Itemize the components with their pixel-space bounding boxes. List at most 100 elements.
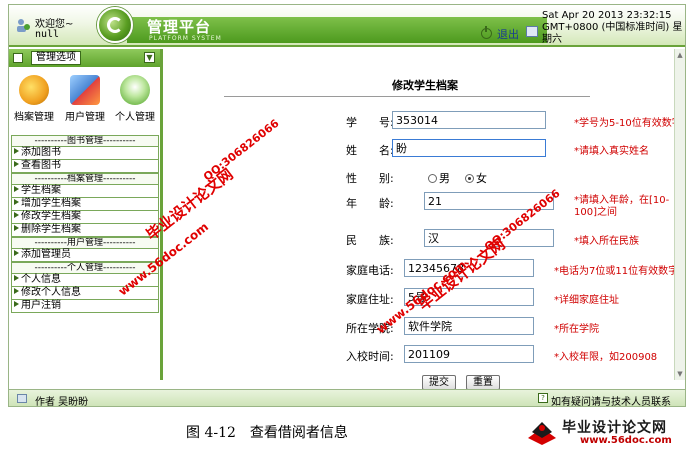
module-label: 用户管理 (65, 112, 105, 123)
menu-group-heading: ----------图书管理---------- (11, 135, 159, 147)
page-title: 修改学生档案 (392, 79, 458, 92)
sidebar-item-label: 添加管理员 (21, 249, 71, 260)
app-window: 欢迎您~ null 管理平台 PLATFORM SYSTEM 退出 Sat Ap… (8, 4, 686, 407)
arrow-icon (14, 250, 19, 256)
arrow-icon (14, 225, 19, 231)
menu-group-heading: ----------用户管理---------- (11, 237, 159, 249)
ethnicity-label: 民 族: (346, 234, 394, 247)
sidebar: 管理选项 ▼ 档案管理 用户管理 个人管理 ----------图书管理----… (9, 49, 163, 380)
reset-button[interactable]: 重置 (466, 375, 500, 390)
gender-female-label: 女 (476, 172, 487, 185)
help-text: 如有疑问请与技术人员联系 (551, 397, 671, 407)
module-user-admin[interactable]: 用户管理 (62, 75, 108, 123)
college-input[interactable] (404, 317, 534, 335)
sidebar-item-label: 修改学生档案 (21, 211, 81, 222)
row-student-id: 学 号: *学号为5-10位有效数字 (166, 111, 682, 131)
author-icon (17, 394, 27, 403)
arrow-icon (14, 288, 19, 294)
brand-title: 管理平台 (147, 18, 212, 36)
phone-label: 家庭电话: (346, 264, 394, 277)
scroll-up-icon[interactable]: ▲ (676, 51, 684, 59)
welcome-text: 欢迎您~ (35, 19, 74, 30)
user-block: 欢迎您~ null (13, 11, 91, 41)
sidebar-item-add-admin[interactable]: 添加管理员 (11, 249, 159, 262)
student-id-input[interactable] (392, 111, 546, 129)
submit-button[interactable]: 提交 (422, 375, 456, 390)
logout-label: 退出 (497, 28, 519, 41)
site-logo-icon (528, 422, 556, 445)
arrow-icon (14, 301, 19, 307)
gender-male-radio[interactable] (428, 174, 437, 183)
college-hint: *所在学院 (554, 324, 599, 335)
logout-button[interactable]: 退出 (481, 26, 519, 42)
gender-label: 性 别: (346, 172, 394, 185)
user-icon (17, 19, 30, 32)
username: null (35, 29, 60, 40)
address-label: 家庭住址: (346, 293, 394, 306)
arrow-icon (14, 212, 19, 218)
sidebar-item-label: 查看图书 (21, 160, 61, 171)
enroll-input[interactable] (404, 345, 534, 363)
scroll-down-icon[interactable]: ▼ (676, 370, 684, 378)
module-personal[interactable]: 个人管理 (112, 75, 158, 123)
row-enroll: 入校时间: *入校年限，如200908 (166, 345, 674, 365)
sidebar-item-label: 添加图书 (21, 147, 61, 158)
archive-icon (19, 75, 49, 105)
row-college: 所在学院: *所在学院 (166, 317, 674, 337)
gender-female-radio[interactable] (465, 174, 474, 183)
name-label: 姓 名: (346, 144, 394, 157)
gender-male-label: 男 (439, 172, 450, 185)
logo-icon (97, 7, 133, 43)
sidebar-item-label: 个人信息 (21, 274, 61, 285)
row-age: 年 龄: *请填入年龄，在[10-100]之间 (166, 192, 674, 218)
options-icon (13, 53, 23, 63)
footer: 作者 吴盼盼 ? 如有疑问请与技术人员联系 (9, 389, 685, 406)
sidebar-item-delete-student[interactable]: 删除学生档案 (11, 224, 159, 237)
title-divider (224, 96, 590, 97)
scrollbar[interactable]: ▲ ▼ (674, 49, 685, 380)
sidebar-item-add-student[interactable]: 增加学生档案 (11, 198, 159, 211)
module-label: 个人管理 (115, 112, 155, 123)
sidebar-item-logout[interactable]: 用户注销 (11, 300, 159, 313)
sidebar-item-label: 删除学生档案 (21, 224, 81, 235)
module-label: 档案管理 (14, 112, 54, 123)
clock-icon (526, 26, 538, 37)
sidebar-item-view-books[interactable]: 查看图书 (11, 160, 159, 173)
site-logo-url: www.56doc.com (580, 435, 672, 446)
row-gender: 性 别: 男 女 (166, 167, 674, 187)
arrow-icon (14, 161, 19, 167)
brand-subtitle: PLATFORM SYSTEM (149, 35, 222, 42)
age-hint: *请填入年龄，在[10-100]之间 (574, 195, 670, 218)
age-label: 年 龄: (346, 197, 394, 210)
personal-icon (120, 75, 150, 105)
sidebar-title: 管理选项 (31, 51, 81, 65)
collapse-icon[interactable]: ▼ (144, 52, 155, 63)
sidebar-item-label: 增加学生档案 (21, 198, 81, 209)
sidebar-item-edit-personal[interactable]: 修改个人信息 (11, 287, 159, 300)
menu-group-heading: ----------档案管理---------- (11, 173, 159, 185)
ethnicity-hint: *填入所在民族 (574, 236, 639, 247)
sidebar-header: 管理选项 ▼ (9, 49, 160, 67)
row-phone: 家庭电话: *电话为7位或11位有效数字 (166, 259, 678, 279)
module-archive[interactable]: 档案管理 (11, 75, 57, 123)
main-content: 修改学生档案 学 号: *学号为5-10位有效数字 姓 名: *请填入真实姓名 … (166, 49, 682, 390)
address-hint: *详细家庭住址 (554, 295, 619, 306)
enroll-label: 入校时间: (346, 350, 394, 363)
row-ethnicity: 民 族: *填入所在民族 (166, 229, 674, 249)
enroll-hint: *入校年限，如200908 (554, 352, 658, 363)
student-id-hint: *学号为5-10位有效数字 (574, 118, 682, 129)
arrow-icon (14, 199, 19, 205)
power-icon (481, 26, 492, 39)
arrow-icon (14, 148, 19, 154)
name-input[interactable] (392, 139, 546, 157)
sidebar-item-label: 学生档案 (21, 185, 61, 196)
arrow-icon (14, 275, 19, 281)
help-icon: ? (538, 393, 548, 403)
sidebar-item-student-archive[interactable]: 学生档案 (11, 185, 159, 198)
sidebar-item-edit-student[interactable]: 修改学生档案 (11, 211, 159, 224)
sidebar-item-add-book[interactable]: 添加图书 (11, 147, 159, 160)
arrow-icon (14, 186, 19, 192)
author-text: 作者 吴盼盼 (35, 397, 89, 407)
name-hint: *请填入真实姓名 (574, 146, 649, 157)
site-logo-text: 毕业设计论文网 (562, 420, 667, 436)
